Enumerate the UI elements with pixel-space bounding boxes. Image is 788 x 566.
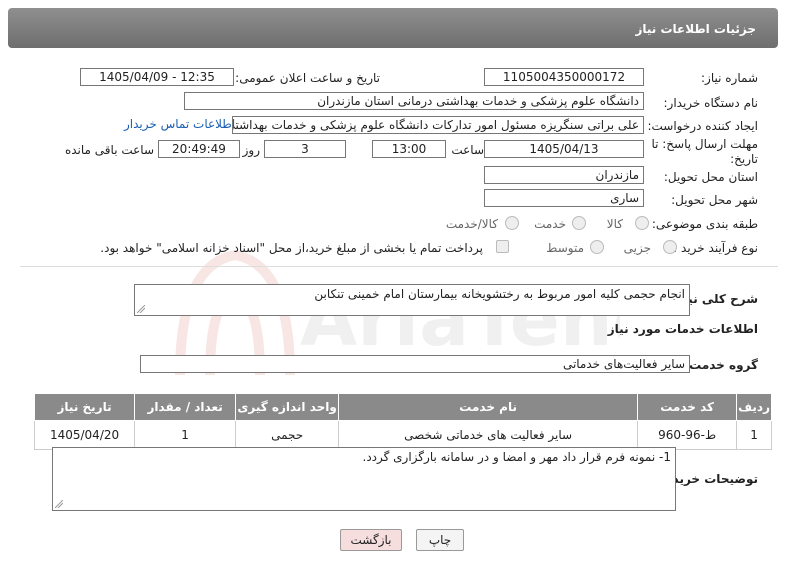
purchase-type-radio-minor[interactable] xyxy=(663,240,677,254)
category-radio-goods-service[interactable] xyxy=(505,216,519,230)
purchase-type-label: نوع فرآیند خرید : xyxy=(673,241,758,255)
category-option-goods-service: کالا/خدمت xyxy=(445,217,498,231)
province-field: مازندران xyxy=(484,166,644,184)
cell-qty: 1 xyxy=(134,420,237,450)
cell-unit: حجمی xyxy=(235,420,340,450)
col-name-header: نام خدمت xyxy=(338,393,639,421)
col-unit-header: واحد اندازه گیری xyxy=(235,393,340,421)
services-section-title: اطلاعات خدمات مورد نیاز xyxy=(607,322,758,336)
cell-index: 1 xyxy=(736,420,772,450)
category-label: طبقه بندی موضوعی: xyxy=(651,217,758,231)
need-number-label: شماره نیاز: xyxy=(701,71,758,85)
province-label: استان محل تحویل: xyxy=(663,170,758,184)
need-number-field: 1105004350000172 xyxy=(484,68,644,86)
table-row: 1 ط-96-960 سایر فعالیت های خدماتی شخصی ح… xyxy=(33,420,772,450)
service-group-field: سایر فعالیت‌های خدماتی xyxy=(140,355,690,373)
buyer-org-label: نام دستگاه خریدار: xyxy=(663,96,759,110)
resize-handle-icon[interactable] xyxy=(137,305,145,313)
resize-handle-icon[interactable] xyxy=(55,500,63,508)
payment-note: پرداخت تمام یا بخشی از مبلغ خرید،از محل … xyxy=(100,241,483,255)
divider xyxy=(20,266,778,267)
category-option-service: خدمت xyxy=(534,217,566,231)
col-index-header: ردیف xyxy=(736,393,772,421)
category-radio-service[interactable] xyxy=(572,216,586,230)
table-header-row: ردیف کد خدمت نام خدمت واحد اندازه گیری ت… xyxy=(33,393,772,421)
city-label: شهر محل تحویل: xyxy=(671,193,758,207)
cell-code: ط-96-960 xyxy=(637,420,738,450)
buyer-org-field: دانشگاه علوم پزشکی و خدمات بهداشتی درمان… xyxy=(184,92,644,110)
print-button[interactable]: چاپ xyxy=(416,529,464,551)
deadline-label: مهلت ارسال پاسخ: تا تاریخ: xyxy=(651,137,758,166)
deadline-date-field: 1405/04/13 xyxy=(484,140,644,158)
requester-field: علی براتی سنگریزه مسئول امور تدارکات دان… xyxy=(232,116,644,134)
description-field: انجام حجمی کلیه امور مربوط به رختشویخانه… xyxy=(134,284,690,316)
back-button[interactable]: بازگشت xyxy=(340,529,402,551)
cell-name: سایر فعالیت های خدماتی شخصی xyxy=(338,420,639,450)
purchase-type-radio-medium[interactable] xyxy=(590,240,604,254)
deadline-time-label: ساعت xyxy=(451,143,484,157)
city-field: ساری xyxy=(484,189,644,207)
col-code-header: کد خدمت xyxy=(637,393,738,421)
buyer-notes-field: 1- نمونه فرم قرار داد مهر و امضا و در سا… xyxy=(52,447,676,511)
announce-label: تاریخ و ساعت اعلان عمومی: xyxy=(235,71,380,85)
requester-label: ایجاد کننده درخواست: xyxy=(647,119,758,133)
remaining-label: ساعت باقی مانده xyxy=(64,143,154,157)
service-group-label: گروه خدمت: xyxy=(684,358,758,372)
treasury-payment-checkbox[interactable] xyxy=(496,240,509,253)
announce-field: 1405/04/09 - 12:35 xyxy=(80,68,234,86)
panel-header: جزئیات اطلاعات نیاز xyxy=(8,8,778,48)
page-title: جزئیات اطلاعات نیاز xyxy=(635,22,756,36)
col-date-header: تاریخ نیاز xyxy=(33,393,136,421)
purchase-type-option-medium: متوسط xyxy=(546,241,584,255)
col-qty-header: تعداد / مقدار xyxy=(134,393,237,421)
remaining-time-field: 20:49:49 xyxy=(158,140,240,158)
days-field: 3 xyxy=(264,140,346,158)
buyer-contact-link[interactable]: اطلاعات تماس خریدار xyxy=(124,117,235,131)
category-option-goods: کالا xyxy=(606,217,623,231)
deadline-time-field: 13:00 xyxy=(372,140,446,158)
category-radio-goods[interactable] xyxy=(635,216,649,230)
services-table: ردیف کد خدمت نام خدمت واحد اندازه گیری ت… xyxy=(33,393,772,450)
cell-date: 1405/04/20 xyxy=(33,420,136,450)
purchase-type-option-minor: جزیی xyxy=(623,241,651,255)
